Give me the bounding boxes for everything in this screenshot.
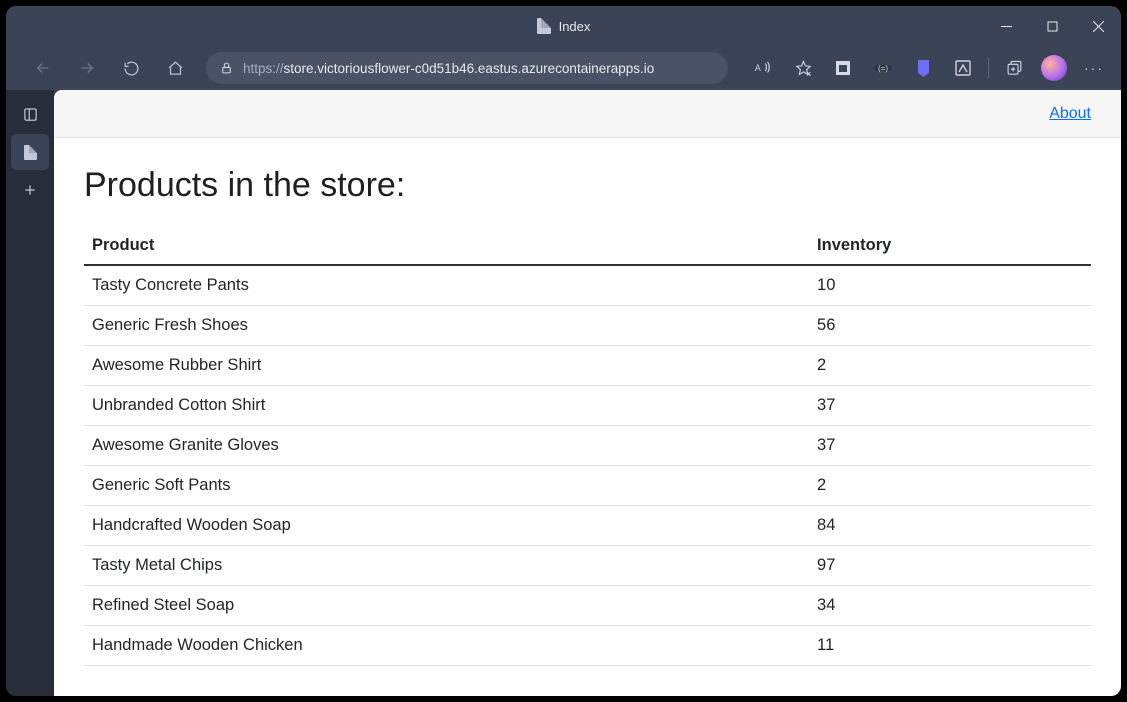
cell-inventory: 37 bbox=[809, 386, 1091, 426]
cell-inventory: 2 bbox=[809, 466, 1091, 506]
page-title: Products in the store: bbox=[84, 166, 1091, 205]
page-content: About Products in the store: Product Inv… bbox=[54, 90, 1121, 696]
cell-product: Generic Fresh Shoes bbox=[84, 306, 809, 346]
cell-product: Generic Soft Pants bbox=[84, 466, 809, 506]
url-text: https://store.victoriousflower-c0d51b46.… bbox=[243, 61, 654, 76]
cell-inventory: 37 bbox=[809, 426, 1091, 466]
browser-window: Index bbox=[6, 6, 1121, 696]
site-top-nav: About bbox=[54, 90, 1121, 138]
cell-product: Awesome Rubber Shirt bbox=[84, 346, 809, 386]
cell-product: Refined Steel Soap bbox=[84, 586, 809, 626]
extension-button-2[interactable]: (=) bbox=[864, 51, 902, 85]
tab-title: Index bbox=[559, 19, 591, 34]
table-header-row: Product Inventory bbox=[84, 227, 1091, 265]
table-row: Generic Fresh Shoes56 bbox=[84, 306, 1091, 346]
table-row: Handcrafted Wooden Soap84 bbox=[84, 506, 1091, 546]
home-button[interactable] bbox=[156, 51, 194, 85]
avatar-icon bbox=[1041, 55, 1067, 81]
page-icon bbox=[537, 18, 551, 34]
new-tab-button[interactable] bbox=[11, 172, 49, 208]
url-scheme: https:// bbox=[243, 61, 284, 76]
cell-inventory: 34 bbox=[809, 586, 1091, 626]
read-aloud-icon[interactable]: A bbox=[744, 51, 782, 85]
window-controls bbox=[983, 6, 1121, 46]
svg-text:A: A bbox=[755, 63, 761, 73]
table-row: Handmade Wooden Chicken11 bbox=[84, 626, 1091, 666]
cell-product: Handmade Wooden Chicken bbox=[84, 626, 809, 666]
forward-button[interactable] bbox=[68, 51, 106, 85]
cell-product: Tasty Metal Chips bbox=[84, 546, 809, 586]
cell-product: Awesome Granite Gloves bbox=[84, 426, 809, 466]
svg-text:(=): (=) bbox=[878, 64, 888, 73]
minimize-button[interactable] bbox=[983, 6, 1029, 46]
title-bar: Index bbox=[6, 6, 1121, 46]
browser-toolbar: https://store.victoriousflower-c0d51b46.… bbox=[6, 46, 1121, 90]
about-link[interactable]: About bbox=[1049, 105, 1091, 123]
table-row: Tasty Concrete Pants10 bbox=[84, 265, 1091, 306]
cell-inventory: 97 bbox=[809, 546, 1091, 586]
cell-inventory: 84 bbox=[809, 506, 1091, 546]
url-host: store.victoriousflower-c0d51b46.eastus.a… bbox=[284, 61, 655, 76]
products-table: Product Inventory Tasty Concrete Pants10… bbox=[84, 227, 1091, 666]
lock-icon bbox=[220, 61, 233, 75]
table-row: Generic Soft Pants2 bbox=[84, 466, 1091, 506]
toggle-tabs-button[interactable] bbox=[11, 96, 49, 132]
table-row: Awesome Rubber Shirt2 bbox=[84, 346, 1091, 386]
settings-menu-button[interactable]: ··· bbox=[1075, 51, 1113, 85]
table-row: Unbranded Cotton Shirt37 bbox=[84, 386, 1091, 426]
back-button[interactable] bbox=[24, 51, 62, 85]
extension-button-3[interactable] bbox=[904, 51, 942, 85]
extension-button-4[interactable] bbox=[944, 51, 982, 85]
cell-product: Handcrafted Wooden Soap bbox=[84, 506, 809, 546]
profile-avatar[interactable] bbox=[1035, 51, 1073, 85]
table-row: Awesome Granite Gloves37 bbox=[84, 426, 1091, 466]
col-inventory-header: Inventory bbox=[809, 227, 1091, 265]
cell-inventory: 11 bbox=[809, 626, 1091, 666]
tab-item[interactable] bbox=[11, 134, 49, 170]
refresh-button[interactable] bbox=[112, 51, 150, 85]
divider bbox=[988, 58, 989, 78]
page-icon bbox=[24, 145, 37, 160]
vertical-tabs-sidebar bbox=[6, 90, 54, 696]
maximize-button[interactable] bbox=[1029, 6, 1075, 46]
close-button[interactable] bbox=[1075, 6, 1121, 46]
cell-product: Tasty Concrete Pants bbox=[84, 265, 809, 306]
favorites-icon[interactable] bbox=[784, 51, 822, 85]
col-product-header: Product bbox=[84, 227, 809, 265]
toolbar-right: A (=) ··· bbox=[740, 51, 1113, 85]
cell-inventory: 56 bbox=[809, 306, 1091, 346]
table-row: Tasty Metal Chips97 bbox=[84, 546, 1091, 586]
cell-product: Unbranded Cotton Shirt bbox=[84, 386, 809, 426]
collections-icon[interactable] bbox=[995, 51, 1033, 85]
cell-inventory: 2 bbox=[809, 346, 1091, 386]
cell-inventory: 10 bbox=[809, 265, 1091, 306]
extension-button-1[interactable] bbox=[824, 51, 862, 85]
address-bar[interactable]: https://store.victoriousflower-c0d51b46.… bbox=[206, 52, 728, 84]
table-row: Refined Steel Soap34 bbox=[84, 586, 1091, 626]
